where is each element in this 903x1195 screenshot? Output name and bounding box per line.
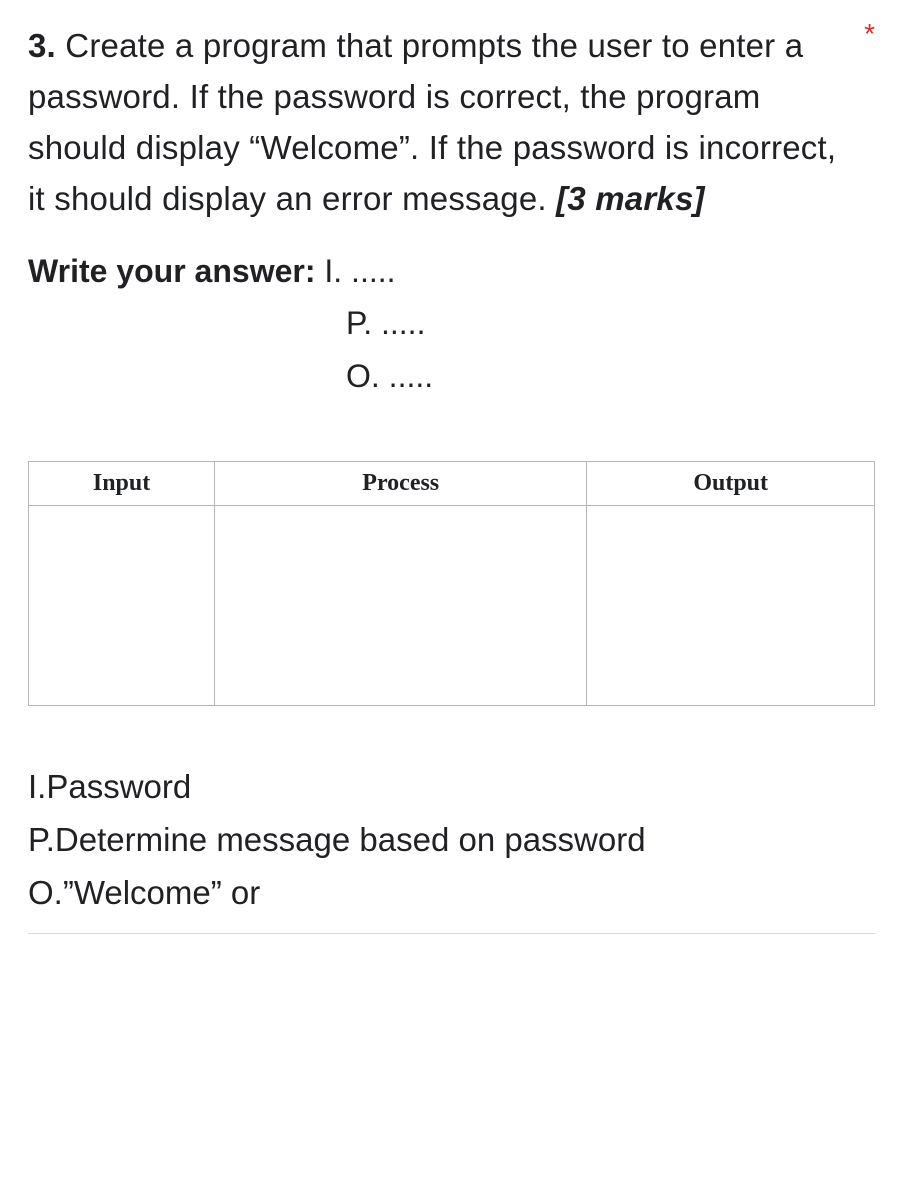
ipo-table: Input Process Output xyxy=(28,461,875,706)
answer-line-o: O. ..... xyxy=(346,358,433,394)
question-number: 3. xyxy=(28,27,56,64)
table-header-process: Process xyxy=(215,461,587,505)
answer-text-section: I.Password P.Determine message based on … xyxy=(28,761,875,934)
table-header-row: Input Process Output xyxy=(29,461,875,505)
ipo-table-wrap: Input Process Output xyxy=(28,461,875,706)
answer-line-p: P. ..... xyxy=(346,305,425,341)
table-cell-output[interactable] xyxy=(587,505,875,705)
answer-label: Write your answer: xyxy=(28,253,324,289)
table-cell-process[interactable] xyxy=(215,505,587,705)
table-cell-input[interactable] xyxy=(29,505,215,705)
table-header-input: Input xyxy=(29,461,215,505)
question-block: * 3. Create a program that prompts the u… xyxy=(28,20,875,403)
required-star-icon: * xyxy=(864,20,875,48)
answer-prompt-section: Write your answer: I. ..... P. ..... O. … xyxy=(28,245,845,403)
table-row xyxy=(29,505,875,705)
answer-line-i: I. ..... xyxy=(324,253,395,289)
question-text: 3. Create a program that prompts the use… xyxy=(28,20,845,225)
divider xyxy=(28,933,875,934)
answer-text-i: I.Password xyxy=(28,761,875,814)
table-header-output: Output xyxy=(587,461,875,505)
answer-text-o: O.”Welcome” or xyxy=(28,867,875,920)
question-body: Create a program that prompts the user t… xyxy=(28,27,836,217)
answer-text-p: P.Determine message based on password xyxy=(28,814,875,867)
question-marks: [3 marks] xyxy=(556,180,705,217)
